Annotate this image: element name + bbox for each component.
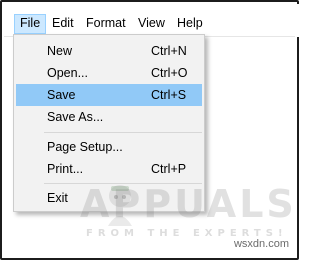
menu-file[interactable]: File [14,14,47,34]
menu-item-shortcut: Ctrl+N [151,44,187,58]
menu-item-save[interactable]: Save Ctrl+S [16,84,202,106]
menu-edit[interactable]: Edit [46,14,80,34]
menu-separator [44,132,202,133]
menu-item-shortcut: Ctrl+O [151,66,188,80]
menu-item-label: Page Setup... [47,140,123,154]
menu-bar: File Edit Format View Help [4,4,299,37]
menu-item-label: New [47,44,73,58]
menu-item-shortcut: Ctrl+P [151,162,187,176]
menu-item-print[interactable]: Print... Ctrl+P [16,158,202,180]
menu-item-page-setup[interactable]: Page Setup... [16,136,202,158]
watermark-brand: APPUALS [80,182,297,226]
notepad-window: File Edit Format View Help New Ctrl+N Op… [0,0,299,260]
menu-item-save-as[interactable]: Save As... [16,106,202,128]
site-watermark: wsxdn.com [233,238,289,250]
menu-item-open[interactable]: Open... Ctrl+O [16,62,202,84]
menu-item-label: Print... [47,162,84,176]
menu-item-label: Save [47,88,76,102]
menu-item-new[interactable]: New Ctrl+N [16,40,202,62]
menu-item-shortcut: Ctrl+S [151,88,187,102]
menu-format[interactable]: Format [80,14,132,34]
menu-item-label: Open... [47,66,88,80]
menu-item-label: Save As... [47,110,104,124]
menu-view[interactable]: View [132,14,171,34]
menu-help[interactable]: Help [171,14,209,34]
